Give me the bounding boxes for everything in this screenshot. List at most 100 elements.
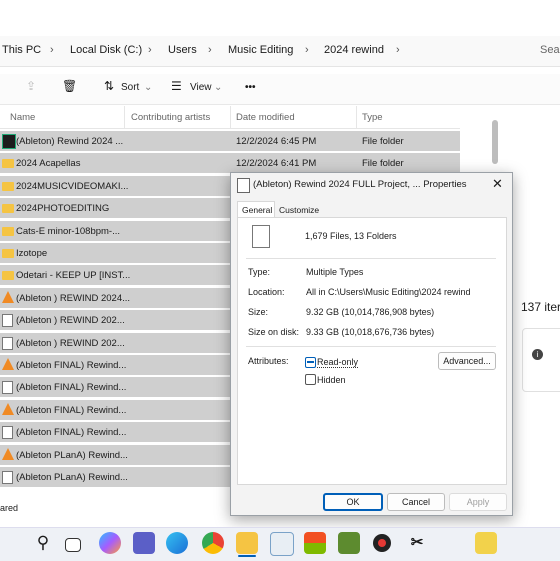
file-name: (Ableton FINAL) Rewind...: [16, 404, 127, 416]
cancel-button[interactable]: Cancel: [387, 493, 445, 511]
column-divider[interactable]: [356, 106, 357, 128]
column-divider[interactable]: [124, 106, 125, 128]
file-summary: 1,679 Files, 13 Folders: [305, 231, 397, 241]
readonly-checkbox[interactable]: [305, 357, 316, 368]
active-indicator: [238, 555, 256, 557]
minecraft-icon[interactable]: [338, 532, 360, 554]
delete-icon[interactable]: 🗑: [62, 79, 77, 93]
file-date: 12/2/2024 6:45 PM: [236, 136, 317, 147]
share-icon[interactable]: ⇪: [26, 79, 36, 93]
vlc-icon: [2, 358, 14, 370]
document-icon: [2, 471, 13, 484]
size-on-disk-value: 9.33 GB (10,018,676,736 bytes): [306, 327, 435, 337]
chevron-right-icon: ›: [50, 44, 54, 56]
divider: [246, 258, 496, 259]
edge-icon[interactable]: [166, 532, 188, 554]
file-type: File folder: [362, 136, 404, 147]
tab-general[interactable]: General: [237, 201, 275, 218]
task-view-icon[interactable]: [65, 538, 81, 552]
command-bar: [0, 74, 560, 105]
file-explorer-icon[interactable]: [236, 532, 258, 554]
multiple-files-icon: [252, 225, 270, 248]
document-icon: [2, 381, 13, 395]
breadcrumb-users[interactable]: Users: [168, 44, 197, 56]
chevron-right-icon: ›: [396, 44, 400, 56]
search-icon[interactable]: ⚲: [32, 532, 54, 554]
status-text: ared: [0, 503, 19, 513]
file-name: (Ableton FINAL) Rewind...: [16, 427, 127, 439]
type-label: Type:: [248, 267, 271, 277]
hidden-label[interactable]: Hidden: [317, 375, 346, 385]
capcut-icon[interactable]: ✂: [406, 532, 428, 554]
chevron-right-icon: ›: [208, 44, 212, 56]
teams-icon[interactable]: [133, 532, 155, 554]
sort-icon: ⇅: [104, 79, 115, 93]
column-type[interactable]: Type: [362, 112, 383, 123]
document-icon: [2, 426, 13, 440]
more-options-button[interactable]: •••: [245, 82, 256, 93]
document-icon: [2, 314, 13, 328]
ok-button[interactable]: OK: [323, 493, 383, 511]
file-name: 2024 Acapellas: [16, 158, 81, 170]
document-icon: [237, 178, 250, 193]
size-on-disk-label: Size on disk:: [248, 327, 300, 337]
stack-app-icon[interactable]: [475, 532, 497, 554]
sort-button[interactable]: Sort: [121, 82, 139, 93]
breadcrumb-2024-rewind[interactable]: 2024 rewind: [324, 44, 384, 56]
column-date-modified[interactable]: Date modified: [236, 112, 295, 123]
file-name: (Ableton FINAL) Rewind...: [16, 360, 127, 371]
vlc-icon: [2, 290, 14, 303]
folder-icon: [2, 271, 14, 281]
file-name: (Ableton PLanA) Rewind...: [16, 449, 128, 461]
chevron-down-icon: ⌄: [144, 82, 153, 93]
size-label: Size:: [248, 307, 269, 317]
tab-customize[interactable]: Customize: [279, 205, 319, 215]
search-input[interactable]: Sear: [540, 44, 560, 56]
chevron-right-icon: ›: [148, 44, 152, 56]
copilot-icon[interactable]: [99, 532, 121, 554]
readonly-label[interactable]: Read-only: [317, 357, 359, 368]
chevron-down-icon: ⌄: [214, 82, 223, 93]
view-button[interactable]: View: [190, 82, 212, 93]
general-panel: 1,679 Files, 13 Folders Type: Multiple T…: [237, 217, 507, 485]
file-name: Izotope: [16, 248, 48, 259]
dialog-title: (Ableton) Rewind 2024 FULL Project, ... …: [253, 179, 467, 190]
file-row[interactable]: 2024 Acapellas 12/2/2024 6:41 PM File fold…: [0, 153, 460, 174]
close-icon[interactable]: ✕: [492, 176, 503, 192]
type-value: Multiple Types: [306, 267, 364, 277]
folder-icon: [2, 204, 14, 214]
chevron-right-icon: ›: [305, 44, 309, 56]
size-value: 9.32 GB (10,014,786,908 bytes): [306, 307, 435, 317]
column-name[interactable]: Name: [10, 112, 35, 123]
file-date: 12/2/2024 6:41 PM: [236, 158, 317, 170]
vlc-icon: [2, 402, 14, 415]
item-count: 137 iter: [521, 300, 560, 314]
folder-icon: [2, 249, 14, 258]
breadcrumb-local-disk[interactable]: Local Disk (C:): [70, 44, 142, 56]
file-name: (Ableton) Rewind 2024 ...: [16, 136, 124, 147]
column-divider[interactable]: [230, 106, 231, 128]
file-name: (Ableton PLanA) Rewind...: [16, 472, 128, 483]
document-icon: [2, 336, 13, 350]
chrome-icon[interactable]: [202, 532, 224, 554]
hidden-checkbox[interactable]: [305, 374, 316, 385]
column-contributing-artists[interactable]: Contributing artists: [131, 112, 210, 123]
file-type: File folder: [362, 158, 404, 170]
record-dot-icon: [378, 539, 386, 547]
store-icon[interactable]: [304, 532, 326, 554]
vlc-icon: [2, 447, 14, 460]
breadcrumb-music-editing[interactable]: Music Editing: [228, 44, 293, 56]
photos-icon[interactable]: [270, 532, 294, 556]
indeterminate-mark-icon: [307, 361, 314, 363]
apply-button[interactable]: Apply: [449, 493, 507, 511]
file-row[interactable]: (Ableton) Rewind 2024 ... 12/2/2024 6:45 …: [0, 131, 460, 151]
record-icon[interactable]: [373, 534, 391, 552]
location-label: Location:: [248, 287, 285, 297]
view-icon: ☰: [171, 79, 182, 93]
breadcrumb-this-pc[interactable]: This PC: [2, 44, 41, 56]
ableton-folder-icon: [2, 134, 16, 149]
advanced-button[interactable]: Advanced...: [438, 352, 496, 370]
file-name: Odetari - KEEP UP [INST...: [16, 270, 131, 282]
location-value: All in C:\Users\Music Editing\2024 rewin…: [306, 287, 471, 297]
file-name: Cats-E minor-108bpm-...: [16, 225, 121, 237]
